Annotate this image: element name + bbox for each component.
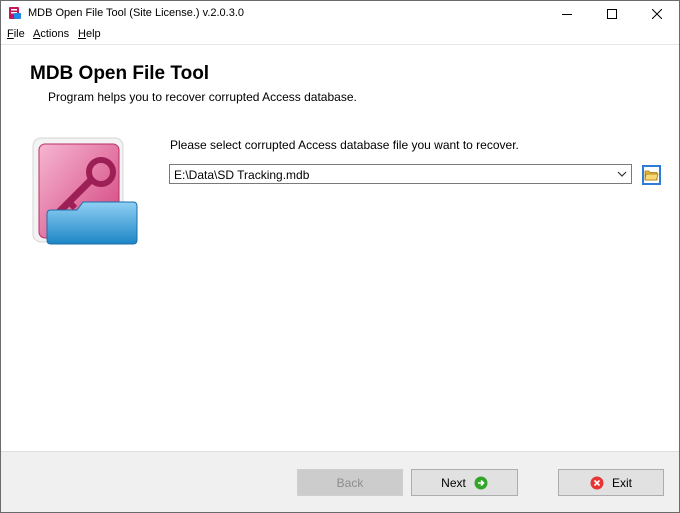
window-title: MDB Open File Tool (Site License.) v.2.0… — [28, 7, 245, 19]
file-path-value[interactable]: E:\Data\SD Tracking.mdb — [174, 168, 309, 182]
menu-help-hotkey: H — [78, 28, 86, 40]
maximize-button[interactable] — [589, 1, 634, 26]
access-key-folder-icon — [32, 137, 138, 245]
chevron-down-icon[interactable] — [616, 168, 628, 180]
back-button[interactable]: Back — [297, 469, 403, 496]
menu-actions[interactable]: Actions — [33, 28, 69, 40]
menu-help[interactable]: Help — [78, 28, 101, 40]
exit-button-label: Exit — [611, 475, 632, 490]
next-button-label: Next — [441, 475, 466, 490]
page-title: MDB Open File Tool — [30, 63, 210, 84]
arrow-right-icon — [474, 476, 488, 489]
file-path-combobox[interactable]: E:\Data\SD Tracking.mdb — [169, 164, 632, 184]
page-subtitle: Program helps you to recover corrupted A… — [48, 90, 357, 104]
open-folder-icon — [644, 170, 659, 181]
minimize-icon — [561, 13, 572, 15]
back-button-label: Back — [336, 475, 364, 490]
menu-file[interactable]: File — [7, 28, 25, 40]
menu-file-label: ile — [13, 28, 25, 40]
menu-actions-label: ctions — [40, 28, 70, 40]
select-file-prompt: Please select corrupted Access database … — [170, 138, 519, 152]
browse-button[interactable] — [642, 165, 661, 185]
app-window: MDB Open File Tool (Site License.) v.2.0… — [0, 0, 680, 513]
minimize-button[interactable] — [544, 1, 589, 26]
menu-bar: File Actions Help — [1, 26, 679, 45]
app-icon — [9, 7, 21, 19]
exit-button[interactable]: Exit — [558, 469, 664, 496]
close-circle-icon — [590, 476, 604, 489]
close-icon — [651, 8, 662, 19]
title-bar[interactable]: MDB Open File Tool (Site License.) v.2.0… — [1, 1, 679, 26]
menu-help-label: elp — [85, 28, 101, 40]
maximize-icon — [606, 8, 617, 19]
next-button[interactable]: Next — [411, 469, 518, 496]
close-button[interactable] — [634, 1, 679, 26]
menu-file-hotkey: F — [7, 28, 14, 40]
